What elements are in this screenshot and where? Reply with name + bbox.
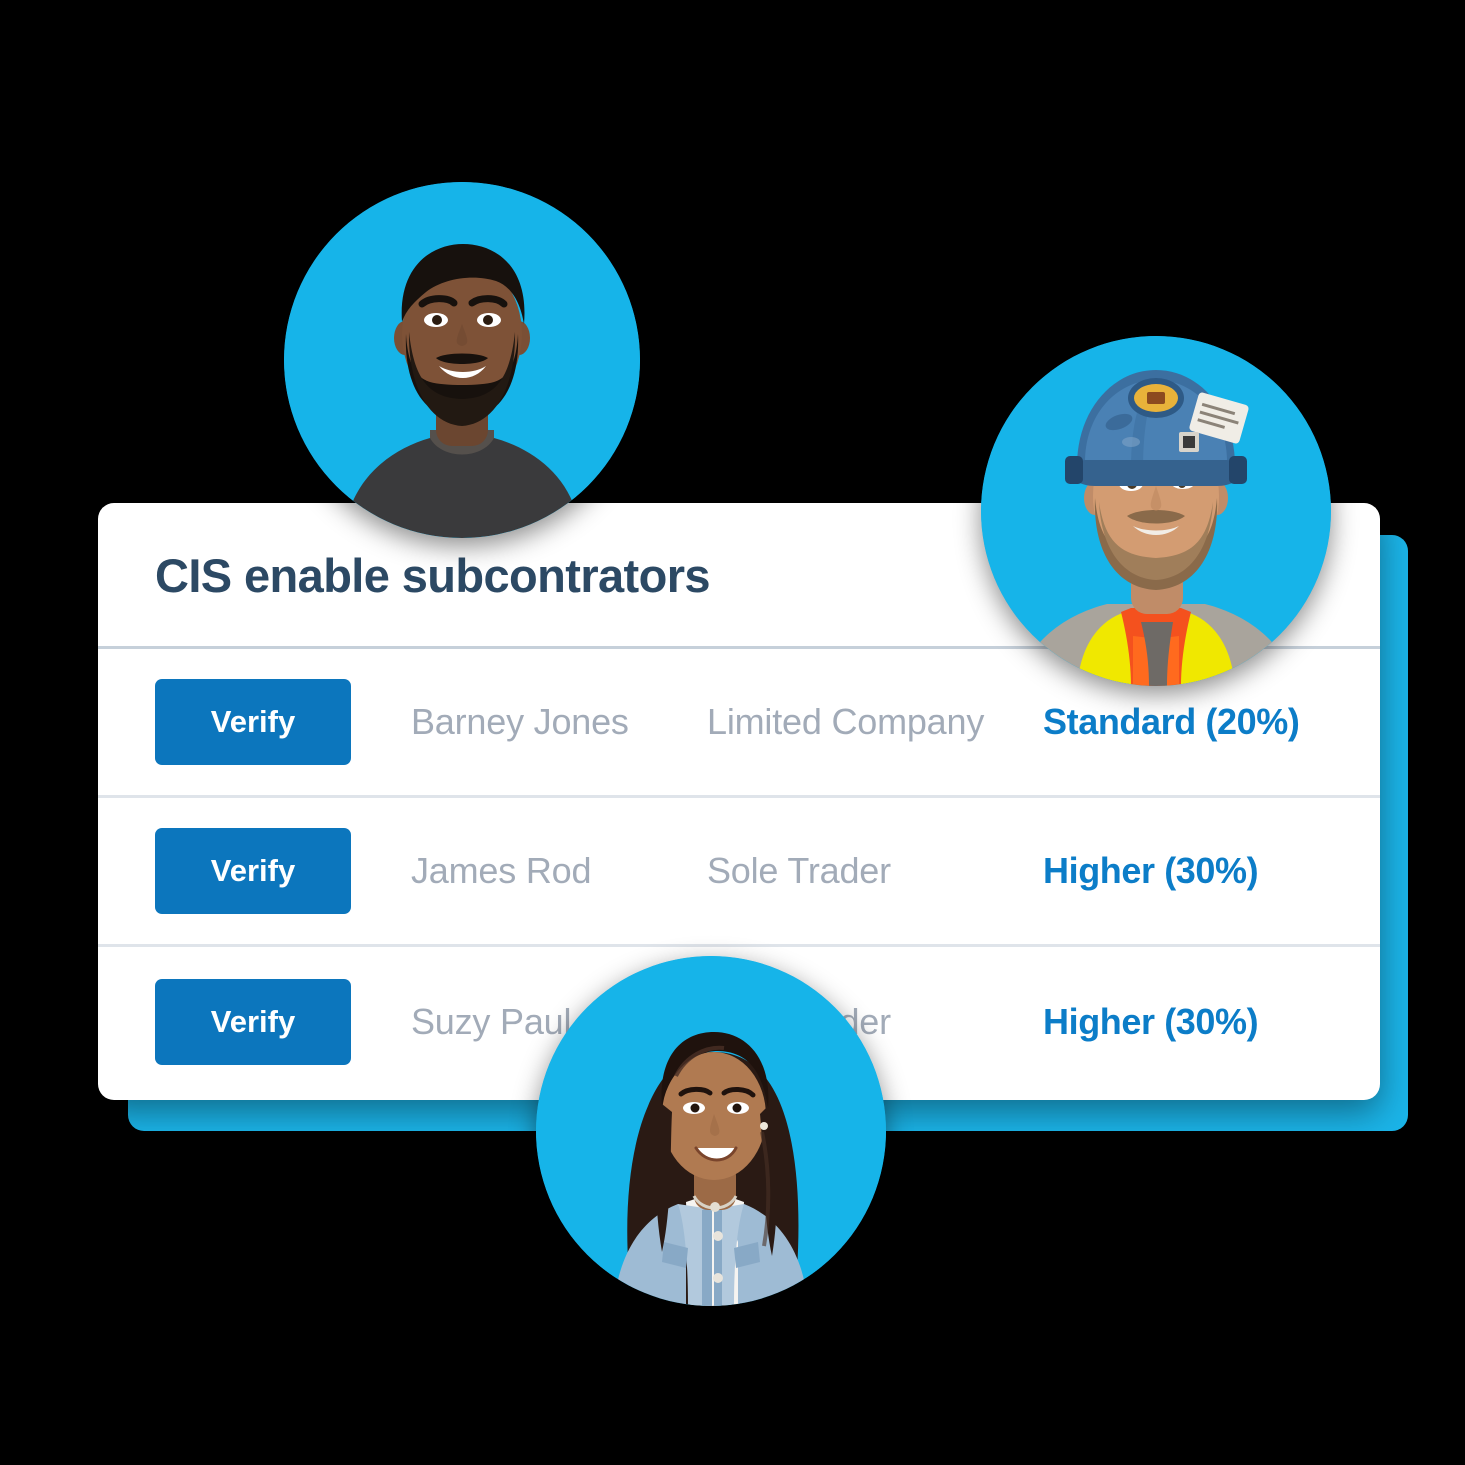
avatar-portrait-icon [981, 336, 1331, 686]
table-cell-name: Barney Jones [411, 701, 629, 742]
verify-button[interactable]: Verify [155, 679, 351, 765]
avatar [284, 182, 640, 538]
table-cell-action: Verify [98, 828, 411, 914]
table-row: Verify James Rod Sole Trader Higher (30%… [98, 798, 1380, 947]
avatar-portrait-icon [284, 182, 640, 538]
table-cell-business-type: Limited Company [707, 701, 985, 742]
table-cell-rate: Standard (20%) [1043, 701, 1300, 742]
avatar-portrait-icon [536, 956, 886, 1306]
table-cell-action: Verify [98, 679, 411, 765]
avatar [536, 956, 886, 1306]
table-cell-action: Verify [98, 978, 411, 1065]
table-cell-business-type: Sole Trader [707, 850, 891, 891]
verify-button[interactable]: Verify [155, 828, 351, 914]
table-cell-rate: Higher (30%) [1043, 1000, 1259, 1042]
screenshot-stage: CIS enable subcontrators Verify Barney J… [0, 0, 1465, 1465]
avatar [981, 336, 1331, 686]
table-cell-rate: Higher (30%) [1043, 850, 1259, 891]
table-cell-name: James Rod [411, 850, 592, 891]
verify-button[interactable]: Verify [155, 978, 351, 1065]
